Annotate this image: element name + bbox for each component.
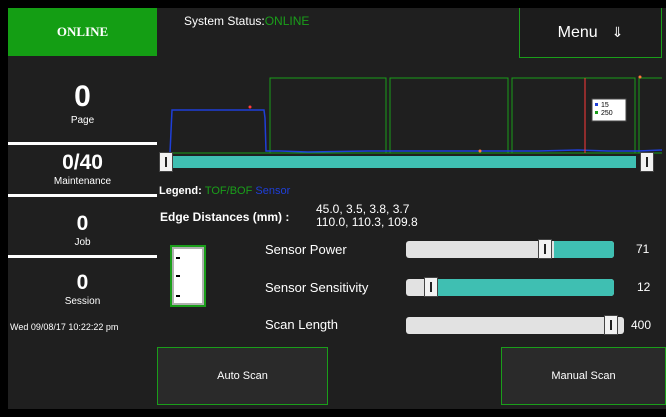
system-status-label: System Status: [184,14,265,28]
divider [8,255,157,258]
legend-label: Legend: [159,185,202,197]
plot-legend-box: 15 250 [591,98,627,122]
sensor-tick [176,295,180,297]
range-start-handle[interactable] [159,152,173,172]
scan-length-value: 400 [631,318,652,332]
sensor-power-label: Sensor Power [265,242,347,257]
menu-button[interactable]: Menu ⇓ [519,8,662,58]
connection-status-badge: ONLINE [8,8,157,56]
scan-range-slider[interactable] [170,156,636,168]
page-count-value: 0 [74,80,91,113]
edge-distances-line: 110.0, 110.3, 109.8 [316,215,418,229]
tof-segment [168,77,387,154]
menu-button-label: Menu [557,23,598,41]
tof-segment [638,77,662,153]
system-status: System Status:ONLINE [184,14,309,28]
sensor-sensitivity-label: Sensor Sensitivity [265,280,369,295]
scan-plot: 15 250 [168,75,662,154]
legend-sensor: Sensor [255,185,291,197]
legend-tof: TOF/BOF [204,185,253,197]
sensor-power-value: 71 [636,242,650,256]
system-status-value: ONLINE [264,14,310,28]
sensor-sensitivity-value: 12 [637,280,651,294]
plot-legend-swatch [595,103,598,106]
tof-segment [389,77,509,153]
sensor-trace [169,109,662,154]
job-counter: 0 Job [8,213,157,248]
session-count-value: 0 [76,271,89,294]
divider [8,194,157,197]
scan-length-handle[interactable] [604,315,618,335]
peak-marker [248,105,252,109]
edge-distances-values: 45.0, 3.5, 3.8, 3.7 110.0, 110.3, 109.8 [316,203,418,229]
maintenance-count-label: Maintenance [53,176,112,187]
plot-legend-value: 250 [601,110,613,117]
sensor-sensitivity-handle[interactable] [424,277,438,297]
slider-fill [553,241,614,258]
auto-scan-label: Auto Scan [217,370,268,382]
tof-segments [168,77,662,154]
plot-legend: Legend: TOF/BOF Sensor [159,185,290,197]
job-count-value: 0 [76,212,89,235]
page-count-label: Page [70,115,95,126]
manual-scan-button[interactable]: Manual Scan [501,347,666,405]
datetime-display: Wed 09/08/17 10:22:22 pm [10,322,119,332]
sidebar: 0 Page 0/40 Maintenance 0 Job 0 Session … [8,56,157,409]
session-counter: 0 Session [8,272,157,307]
sensor-line [169,109,662,154]
arrow-down-icon: ⇓ [611,24,624,40]
maintenance-counter: 0/40 Maintenance [8,152,157,187]
peak-marker [478,149,482,153]
job-count-label: Job [74,237,91,248]
session-count-label: Session [64,296,101,307]
divider [8,142,157,145]
sensor-tick [176,257,180,259]
maintenance-count-value: 0/40 [62,151,103,174]
edge-distances-label: Edge Distances (mm) : [160,210,290,224]
sensor-icon [170,245,206,307]
auto-scan-button[interactable]: Auto Scan [157,347,328,405]
plot-legend-swatch [595,111,598,114]
sensor-tick [176,275,180,277]
sensor-power-handle[interactable] [538,239,552,259]
scan-length-label: Scan Length [265,317,339,332]
plot-legend-value: 15 [601,102,609,109]
sensor-power-slider[interactable] [406,241,614,258]
slider-fill [430,279,614,296]
range-end-handle[interactable] [640,152,654,172]
page-counter: 0 Page [8,80,157,127]
manual-scan-label: Manual Scan [551,370,616,382]
scan-length-slider[interactable] [406,317,624,334]
peak-marker [638,75,642,79]
